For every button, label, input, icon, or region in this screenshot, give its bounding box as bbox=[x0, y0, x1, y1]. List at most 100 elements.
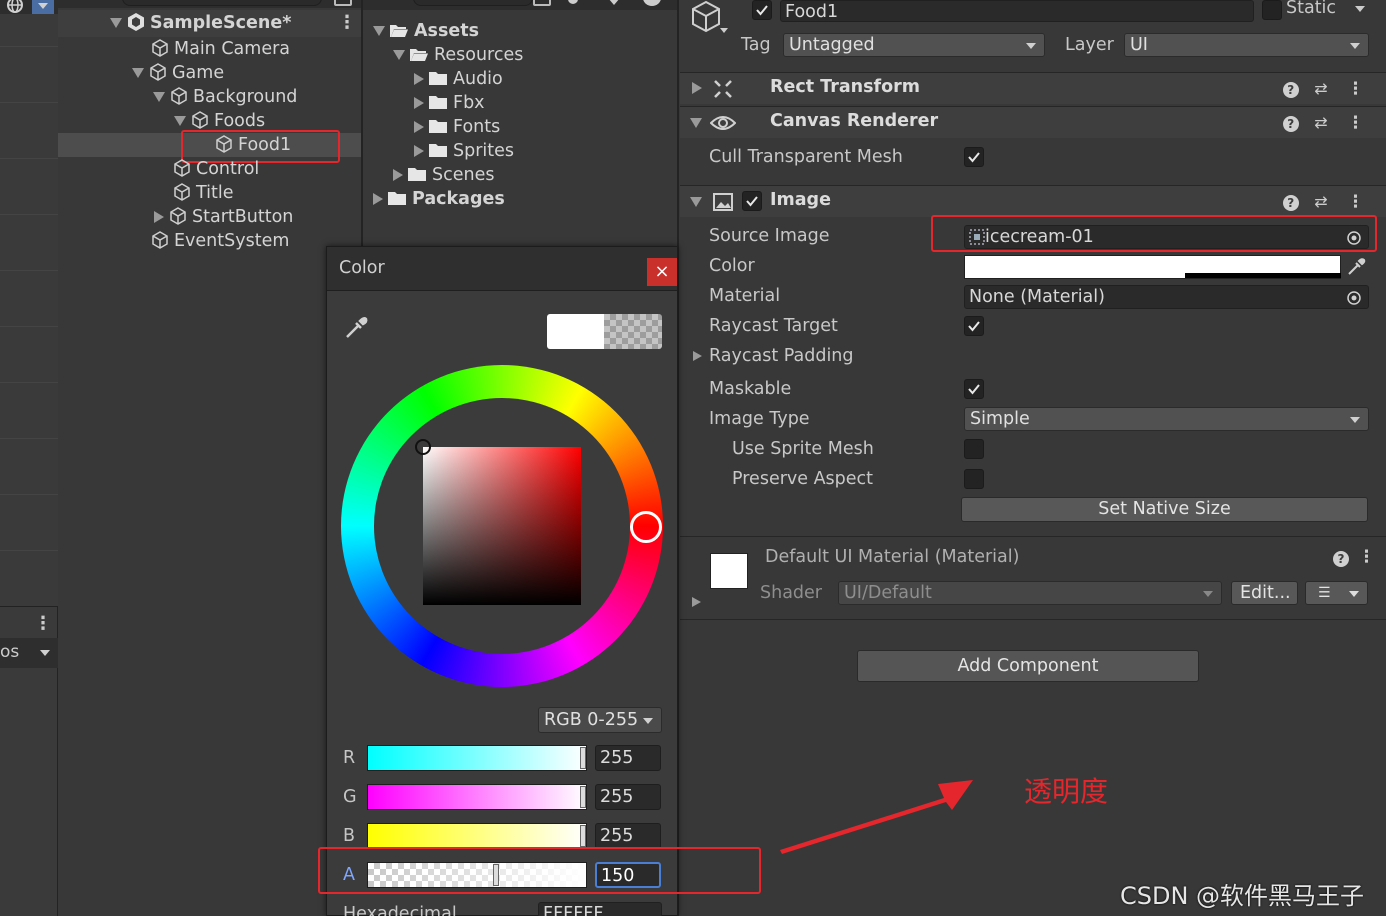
object-picker-icon[interactable] bbox=[1346, 290, 1362, 306]
project-search-input[interactable] bbox=[413, 0, 533, 6]
project-item-resources[interactable]: Resources bbox=[393, 43, 523, 67]
static-checkbox[interactable] bbox=[1262, 0, 1282, 20]
hierarchy-item-game[interactable]: Game bbox=[132, 61, 224, 85]
left-strip-field[interactable]: os bbox=[0, 638, 58, 668]
help-icon[interactable]: ? bbox=[1333, 551, 1349, 567]
project-item-scenes[interactable]: Scenes bbox=[393, 163, 494, 187]
saturation-value-square[interactable] bbox=[423, 447, 581, 605]
chevron-right-icon[interactable] bbox=[154, 211, 164, 223]
kebab-menu-icon[interactable]: ⋮ bbox=[1347, 192, 1364, 212]
left-strip-dropdown-button[interactable] bbox=[32, 0, 54, 14]
chevron-right-icon[interactable] bbox=[414, 97, 424, 109]
hierarchy-item-background[interactable]: Background bbox=[153, 85, 297, 109]
g-value-input[interactable]: 255 bbox=[595, 784, 661, 810]
active-checkbox[interactable] bbox=[752, 0, 772, 20]
hierarchy-create-icon[interactable] bbox=[334, 0, 352, 6]
hierarchy-item-main-camera[interactable]: Main Camera bbox=[150, 37, 290, 61]
color-swatch-field[interactable] bbox=[964, 255, 1341, 279]
object-name-input[interactable]: Food1 bbox=[780, 0, 1254, 22]
chevron-down-icon[interactable] bbox=[720, 28, 728, 33]
chevron-down-icon[interactable] bbox=[110, 18, 122, 28]
chevron-right-icon[interactable] bbox=[373, 193, 383, 205]
image-header[interactable]: Image ? ⇄ ⋮ bbox=[680, 185, 1386, 217]
kebab-menu-icon[interactable]: ⋮ bbox=[1347, 79, 1364, 99]
chevron-down-icon[interactable] bbox=[690, 118, 702, 128]
globe-icon[interactable] bbox=[6, 0, 24, 14]
chevron-down-icon[interactable] bbox=[608, 0, 620, 5]
chevron-down-icon[interactable] bbox=[174, 116, 186, 126]
layer-dropdown[interactable]: UI bbox=[1124, 33, 1369, 57]
maskable-checkbox[interactable] bbox=[964, 379, 984, 399]
color-picker-window[interactable]: Color × RGB 0-255 R 255 G 255 B 255 A 15… bbox=[326, 246, 678, 916]
raycast-target-checkbox[interactable] bbox=[964, 316, 984, 336]
chevron-down-icon[interactable] bbox=[393, 50, 405, 60]
hex-value-input[interactable]: FFFFFF bbox=[538, 902, 662, 916]
shader-options-button[interactable]: ☰ bbox=[1305, 581, 1368, 605]
edit-shader-button[interactable]: Edit... bbox=[1231, 581, 1298, 605]
help-icon[interactable]: ? bbox=[1282, 195, 1299, 211]
hierarchy-item-startbutton[interactable]: StartButton bbox=[154, 205, 293, 229]
b-slider-handle[interactable] bbox=[580, 825, 586, 847]
preset-icon[interactable]: ⇄ bbox=[1314, 113, 1327, 132]
image-type-dropdown[interactable]: Simple bbox=[964, 407, 1369, 431]
image-enabled-checkbox[interactable] bbox=[742, 191, 762, 211]
eyedropper-icon[interactable] bbox=[343, 315, 369, 341]
hierarchy-search-input[interactable] bbox=[122, 0, 322, 6]
chevron-right-icon[interactable] bbox=[693, 351, 702, 361]
color-mode-dropdown[interactable]: RGB 0-255 bbox=[538, 707, 662, 733]
preserve-aspect-checkbox[interactable] bbox=[964, 469, 984, 489]
project-item-fbx[interactable]: Fbx bbox=[414, 91, 485, 115]
chevron-down-icon[interactable] bbox=[690, 197, 702, 207]
chevron-down-icon[interactable] bbox=[1355, 6, 1365, 12]
chevron-right-icon[interactable] bbox=[414, 121, 424, 133]
r-slider[interactable] bbox=[367, 745, 587, 771]
r-slider-handle[interactable] bbox=[580, 747, 586, 769]
project-item-fonts[interactable]: Fonts bbox=[414, 115, 500, 139]
chevron-right-icon[interactable] bbox=[692, 82, 702, 94]
cull-transparent-mesh-checkbox[interactable] bbox=[964, 147, 984, 167]
project-item-audio[interactable]: Audio bbox=[414, 67, 503, 91]
kebab-menu-icon[interactable]: ⋮ bbox=[1358, 547, 1375, 567]
scene-header-row[interactable]: SampleScene* ⋮ bbox=[58, 10, 361, 37]
chevron-right-icon[interactable] bbox=[393, 169, 403, 181]
preset-icon[interactable]: ⇄ bbox=[1314, 192, 1327, 211]
b-slider[interactable] bbox=[367, 823, 587, 849]
project-item-packages[interactable]: Packages bbox=[373, 187, 505, 211]
tag-dropdown[interactable]: Untagged bbox=[783, 33, 1045, 57]
hue-picker-handle[interactable] bbox=[630, 511, 662, 543]
gameobject-cube-icon[interactable] bbox=[690, 0, 724, 34]
set-native-size-button[interactable]: Set Native Size bbox=[961, 497, 1368, 522]
project-view-icon[interactable] bbox=[533, 0, 551, 6]
help-icon[interactable]: ? bbox=[1282, 116, 1299, 132]
chevron-right-icon[interactable] bbox=[414, 145, 424, 157]
chevron-down-icon[interactable] bbox=[373, 26, 385, 36]
kebab-menu-icon[interactable]: ⋮ bbox=[338, 12, 356, 33]
shader-dropdown[interactable]: UI/Default bbox=[838, 581, 1222, 605]
material-field[interactable]: None (Material) bbox=[964, 285, 1369, 309]
chevron-right-icon[interactable] bbox=[414, 73, 424, 85]
close-button[interactable]: × bbox=[647, 258, 677, 286]
g-slider-handle[interactable] bbox=[580, 786, 586, 808]
hierarchy-item-eventsystem[interactable]: EventSystem bbox=[150, 229, 289, 253]
kebab-menu-icon[interactable]: ⋮ bbox=[1347, 113, 1364, 133]
project-item-sprites[interactable]: Sprites bbox=[414, 139, 514, 163]
preset-icon[interactable]: ⇄ bbox=[1314, 79, 1327, 98]
project-item-assets[interactable]: Assets bbox=[373, 19, 479, 43]
hierarchy-item-title[interactable]: Title bbox=[172, 181, 234, 205]
chevron-down-icon[interactable] bbox=[132, 68, 144, 78]
eyedropper-icon[interactable] bbox=[1346, 257, 1366, 277]
add-component-button[interactable]: Add Component bbox=[857, 650, 1199, 682]
r-value-input[interactable]: 255 bbox=[595, 745, 661, 771]
color-picker-titlebar[interactable]: Color × bbox=[327, 247, 677, 291]
rect-transform-header[interactable]: Rect Transform ? ⇄ ⋮ bbox=[680, 72, 1386, 104]
canvas-renderer-header[interactable]: Canvas Renderer ? ⇄ ⋮ bbox=[680, 106, 1386, 138]
raycast-padding-label[interactable]: Raycast Padding bbox=[709, 346, 854, 366]
help-icon[interactable]: ? bbox=[1282, 82, 1299, 98]
sv-picker-handle[interactable] bbox=[415, 439, 431, 455]
project-star-icon[interactable] bbox=[643, 0, 661, 6]
hierarchy-item-control[interactable]: Control bbox=[172, 157, 259, 181]
chevron-down-icon[interactable] bbox=[153, 92, 165, 102]
use-sprite-mesh-checkbox[interactable] bbox=[964, 439, 984, 459]
b-value-input[interactable]: 255 bbox=[595, 823, 661, 849]
g-slider[interactable] bbox=[367, 784, 587, 810]
